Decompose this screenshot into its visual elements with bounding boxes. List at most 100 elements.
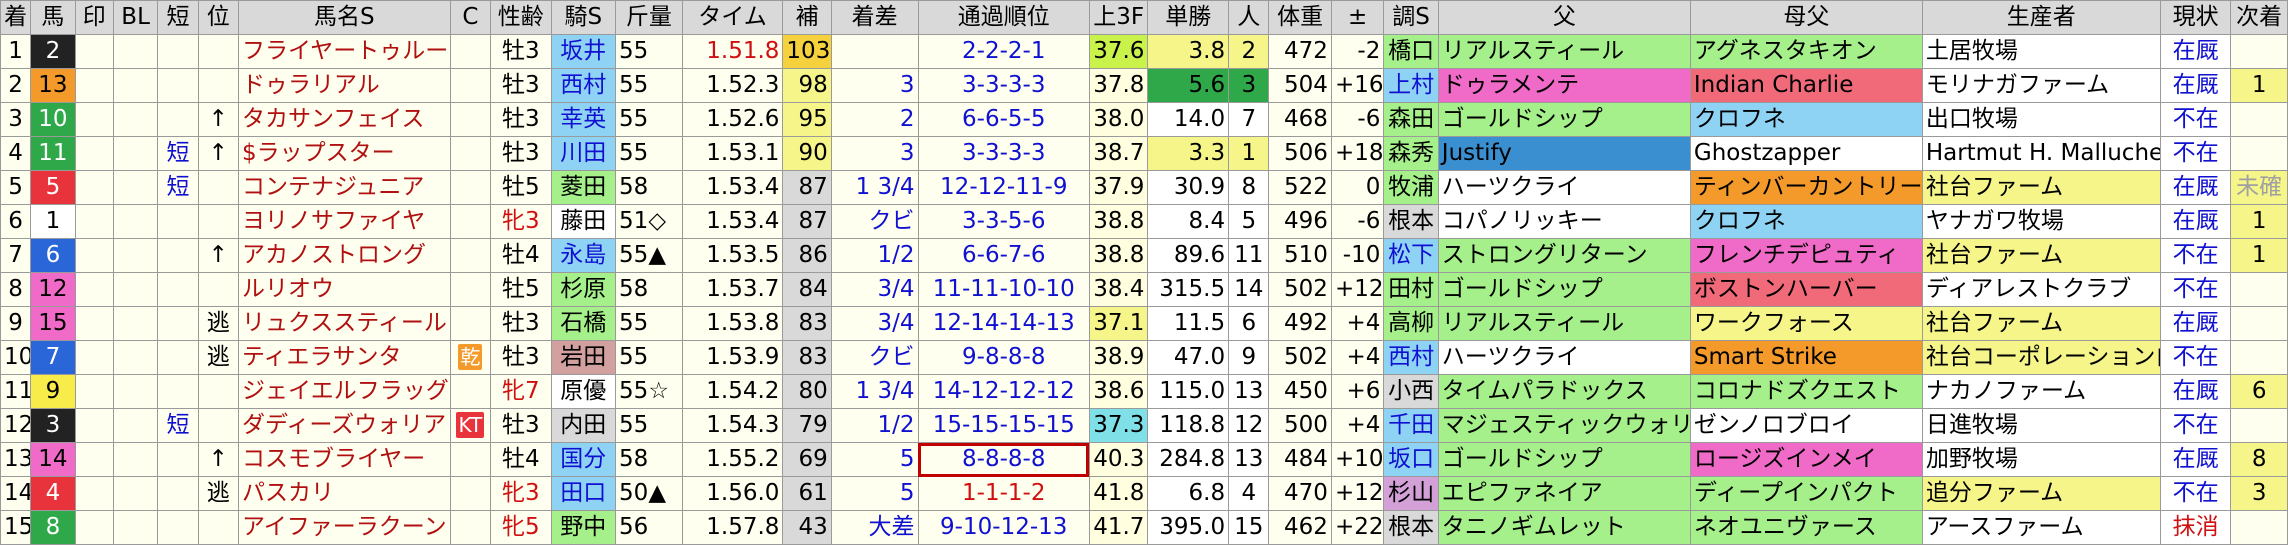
column-header[interactable]: 体重 xyxy=(1268,0,1332,35)
status-cell: 不在 xyxy=(2159,476,2232,511)
column-header[interactable]: BL xyxy=(112,0,159,35)
table-row[interactable]: 5 5 短コンテナジュニア 牡5 菱田 58 1.53.4 87 1 3/4 12-12-11-9… xyxy=(0,170,2288,205)
rank-cell: 10 xyxy=(0,340,32,375)
time-cell: 1.51.8 xyxy=(681,34,784,69)
pass-separator: - xyxy=(999,276,1008,302)
column-header[interactable]: 着差 xyxy=(830,0,919,35)
hosei-cell: 86 xyxy=(782,238,832,273)
passing-order-cell: 6-6-5-5 xyxy=(917,102,1090,137)
sex-age-cell: 牝7 xyxy=(490,374,552,409)
table-row[interactable]: 10 7 逃ティエラサンタ乾牡3 岩田 55 1.53.9 83 クビ 9-8-8-8 38.9 4… xyxy=(0,340,2288,375)
column-header[interactable]: 位 xyxy=(197,0,239,35)
table-row[interactable]: 4 11 短 ↑ $ラップスター 牡3 川田 55 1.53.1 90 3 3-3-3-3 38.7 3.… xyxy=(0,136,2288,171)
sire-cell: マジェスティックウォリアー xyxy=(1437,408,1691,443)
dam-sire-cell: Smart Strike xyxy=(1689,340,1923,375)
pass-position: 8 xyxy=(961,446,977,472)
column-header[interactable]: 次着 xyxy=(2230,0,2288,35)
column-header[interactable]: 馬 xyxy=(30,0,76,35)
pass-separator: - xyxy=(1022,140,1031,166)
passing-order-cell: 12-14-14-13 xyxy=(917,306,1090,341)
pass-position: 9 xyxy=(961,344,977,370)
passing-order-cell: 3-3-5-6 xyxy=(917,204,1090,239)
table-row[interactable]: 9 15 逃リュクススティール 牡3 石橋 55 1.53.8 83 3/4 12-14-14-1… xyxy=(0,306,2288,341)
body-weight-cell: 468 xyxy=(1268,102,1332,137)
position-cell: ↑ xyxy=(197,102,239,137)
time-cell: 1.53.8 xyxy=(681,306,784,341)
column-header[interactable]: 補 xyxy=(782,0,832,35)
table-row[interactable]: 2 13 ドゥラリアル 牡3 西村 55 1.52.3 98 3 3-3-3-3 37.8 5.6 3 5… xyxy=(0,68,2288,103)
sex-age-cell: 牡3 xyxy=(490,136,552,171)
column-header[interactable]: 調S xyxy=(1383,0,1439,35)
column-header[interactable]: 現状 xyxy=(2159,0,2232,35)
column-header[interactable]: 性齢 xyxy=(490,0,552,35)
table-row[interactable]: 14 4 逃パスカリ 牝3 田口 50▲ 1.56.0 61 5 1-1-1-2 41.8 6.8 4 4… xyxy=(0,476,2288,511)
horse-name-cell: アイファーラクーン xyxy=(237,510,451,545)
trainer-cell: 杉山 xyxy=(1383,476,1439,511)
column-header[interactable]: C xyxy=(449,0,492,35)
table-row[interactable]: 7 6 ↑ アカノストロング 牡4 永島 55▲ 1.53.5 86 1/2 6-6-7-6 38.8… xyxy=(0,238,2288,273)
column-header[interactable]: 人 xyxy=(1228,0,1270,35)
column-header[interactable]: 母父 xyxy=(1689,0,1923,35)
condition-cell xyxy=(449,136,492,171)
column-header[interactable]: 父 xyxy=(1437,0,1691,35)
table-row[interactable]: 11 9 ジェイエルフラッグ 牝7 原優 55☆ 1.54.2 80 1 3/4 14-12-12… xyxy=(0,374,2288,409)
table-row[interactable]: 6 1 ヨリノサファイヤ 牝3 藤田 51◇ 1.53.4 87 クビ 3-3-5-6 38.8 8.… xyxy=(0,204,2288,239)
sire-cell: コパノリッキー xyxy=(1437,204,1691,239)
column-header[interactable]: 通過順位 xyxy=(917,0,1090,35)
column-header[interactable]: 着 xyxy=(0,0,32,35)
trainer-cell: 牧浦 xyxy=(1383,170,1439,205)
margin-cell: 1/2 xyxy=(830,238,919,273)
column-header[interactable]: 印 xyxy=(74,0,114,35)
column-header[interactable]: 上3F xyxy=(1088,0,1149,35)
body-weight-cell: 500 xyxy=(1268,408,1332,443)
carried-weight-value: 55 xyxy=(619,378,649,404)
condition-cell xyxy=(449,306,492,341)
sire-cell: Justify xyxy=(1437,136,1691,171)
trainer-cell: 上村 xyxy=(1383,68,1439,103)
status-cell: 抹消 xyxy=(2159,510,2232,545)
short-cell xyxy=(157,442,199,477)
table-row[interactable]: 1 2 フライヤートゥルー 牡3 坂井 55 1.51.8 103 2-2-2-1 37.6 3.8… xyxy=(0,34,2288,69)
column-header[interactable]: 馬名S xyxy=(237,0,451,35)
column-header[interactable]: 単勝 xyxy=(1147,0,1230,35)
short-cell xyxy=(157,102,199,137)
column-header[interactable]: 斤量 xyxy=(615,0,683,35)
passing-order-cell: 11-11-10-10 xyxy=(917,272,1090,307)
pass-separator: - xyxy=(976,208,985,234)
horse-number-cell: 3 xyxy=(30,408,76,443)
column-header[interactable]: ± xyxy=(1330,0,1385,35)
breeder-cell: 社台コーポレーション白 xyxy=(1921,340,2161,375)
carried-weight-cell: 55▲ xyxy=(615,238,683,273)
jockey-cell: 原優 xyxy=(550,374,617,409)
pass-position: 11 xyxy=(970,276,1000,302)
table-row[interactable]: 15 8 アイファーラクーン 牝5 野中 56 1.57.8 43 大差 9-10-12-13 41… xyxy=(0,510,2288,545)
last-3f-cell: 37.9 xyxy=(1088,170,1149,205)
table-row[interactable]: 12 3 短ダディーズウォリア KT 牡3 内田 55 1.54.3 79 1/2 15-15-15… xyxy=(0,408,2288,443)
win-odds-cell: 11.5 xyxy=(1147,306,1230,341)
pass-separator: - xyxy=(999,310,1008,336)
rank-cell: 5 xyxy=(0,170,32,205)
short-cell xyxy=(157,272,199,307)
time-cell: 1.52.6 xyxy=(681,102,784,137)
margin-cell: 3/4 xyxy=(830,306,919,341)
pass-separator: - xyxy=(1022,106,1031,132)
win-odds-cell: 3.8 xyxy=(1147,34,1230,69)
dam-sire-cell: アグネスタキオン xyxy=(1689,34,1923,69)
table-row[interactable]: 13 14 ↑ コスモブライヤー 牡4 国分 58 1.55.2 69 5 8-8-8-8 40.3 2… xyxy=(0,442,2288,477)
pass-position: 8 xyxy=(984,344,1000,370)
blinker-cell xyxy=(112,238,159,273)
next-result-cell xyxy=(2230,510,2288,545)
body-weight-cell: 472 xyxy=(1268,34,1332,69)
column-header[interactable]: 騎S xyxy=(550,0,617,35)
table-row[interactable]: 8 12 ルリオウ 牡5 杉原 58 1.53.7 84 3/4 11-11-10-10 38.4 3… xyxy=(0,272,2288,307)
table-row[interactable]: 3 10 ↑ タカサンフェイス 牡3 幸英 55 1.52.6 95 2 6-6-5-5 38.0 14… xyxy=(0,102,2288,137)
sire-cell: エピファネイア xyxy=(1437,476,1691,511)
pass-position: 14 xyxy=(970,310,1000,336)
rank-cell: 14 xyxy=(0,476,32,511)
column-header[interactable]: タイム xyxy=(681,0,784,35)
column-header[interactable]: 生産者 xyxy=(1921,0,2161,35)
carried-weight-value: 55 xyxy=(619,412,649,438)
column-header[interactable]: 短 xyxy=(157,0,199,35)
carried-weight-cell: 55 xyxy=(615,68,683,103)
passing-order-cell: 6-6-7-6 xyxy=(917,238,1090,273)
